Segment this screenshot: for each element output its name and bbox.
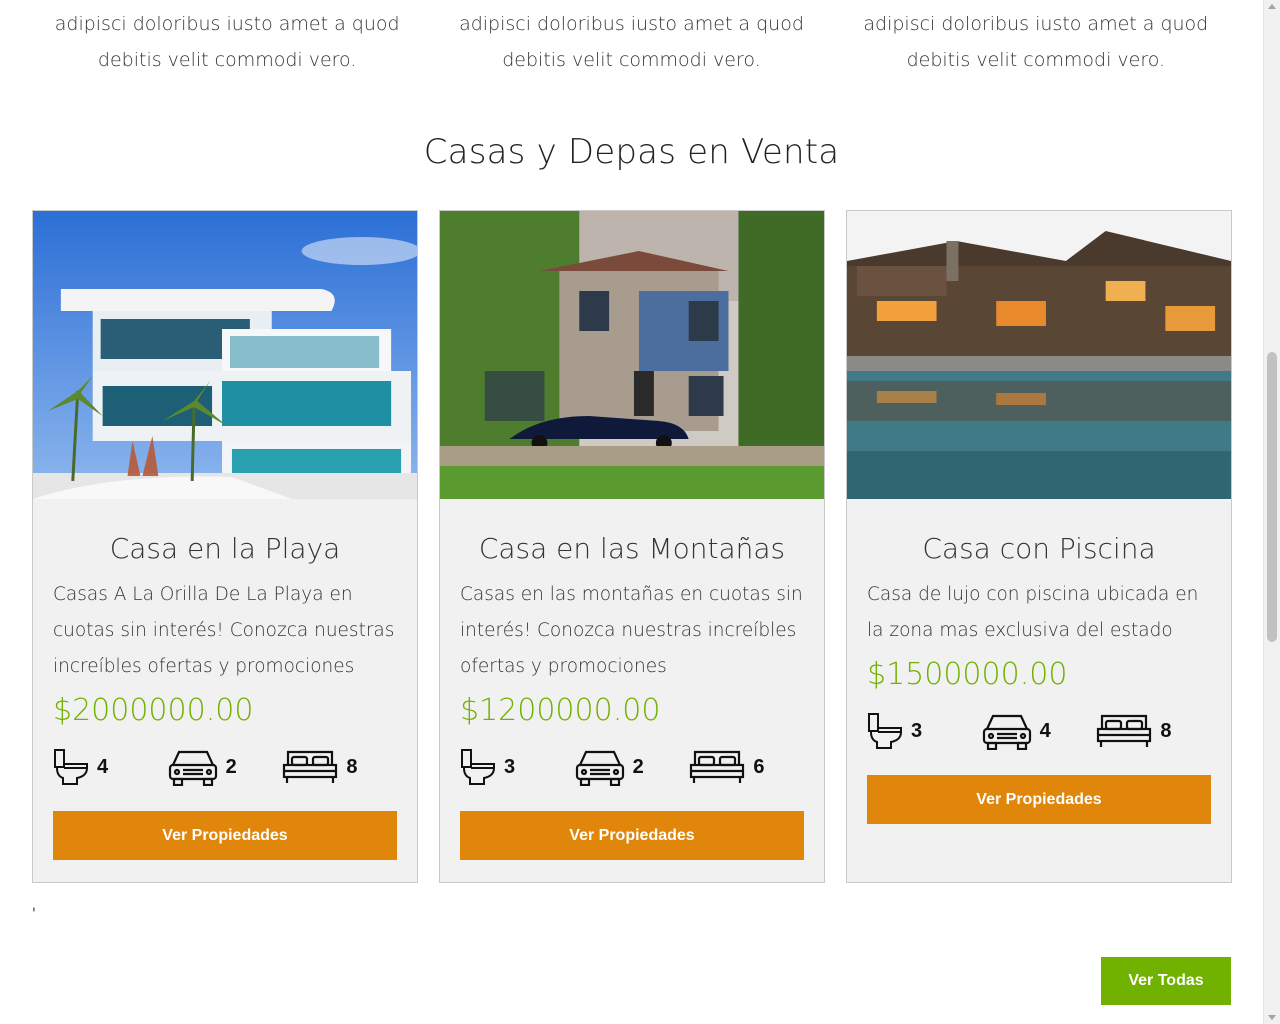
bed-icon xyxy=(690,750,745,783)
bathrooms: 4 xyxy=(53,748,168,786)
beach-house-photo xyxy=(33,211,417,499)
property-card: Casa en la Playa Casas A La Orilla De La… xyxy=(32,210,418,883)
bedrooms: 8 xyxy=(1096,712,1211,750)
card-description: Casas en las montañas en cuotas sin inte… xyxy=(460,584,803,677)
amenities: 3 4 8 xyxy=(867,711,1211,751)
card-title: Casa en las Montañas xyxy=(478,532,786,565)
card-price: $1200000.00 xyxy=(460,693,661,728)
view-all-button[interactable]: Ver Todas xyxy=(1101,957,1231,1005)
amenities: 4 2 8 xyxy=(53,747,397,787)
amenities: 3 2 6 xyxy=(460,747,804,787)
section-title: Casas y Depas en Venta xyxy=(423,132,840,172)
parking-count: 2 xyxy=(632,755,644,778)
page: adipisci doloribus iusto amet a quod deb… xyxy=(0,0,1263,1024)
intro-row: adipisci doloribus iusto amet a quod deb… xyxy=(32,6,1231,78)
parking-count: 4 xyxy=(1039,719,1051,742)
scroll-thumb[interactable] xyxy=(1267,352,1277,642)
parking: 2 xyxy=(575,748,690,786)
bed-icon xyxy=(283,750,338,783)
bedroom-count: 8 xyxy=(346,755,358,778)
vertical-scrollbar[interactable] xyxy=(1263,0,1280,1024)
bathrooms: 3 xyxy=(460,748,575,786)
bathrooms: 3 xyxy=(867,712,982,750)
bedrooms: 6 xyxy=(689,748,804,786)
view-properties-button[interactable]: Ver Propiedades xyxy=(867,775,1211,824)
toilet-icon xyxy=(461,749,495,785)
car-icon xyxy=(168,750,217,786)
view-properties-button[interactable]: Ver Propiedades xyxy=(460,811,804,860)
car-icon xyxy=(575,750,624,786)
scroll-down-icon[interactable] xyxy=(1268,1015,1276,1020)
card-title: Casa en la Playa xyxy=(109,532,341,565)
card-description: Casa de lujo con piscina ubicada en la z… xyxy=(867,584,1199,641)
intro-text: adipisci doloribus iusto amet a quod deb… xyxy=(863,13,1209,71)
parking: 4 xyxy=(982,712,1097,750)
bathroom-count: 3 xyxy=(504,755,516,778)
property-card: Casa con Piscina Casa de lujo con piscin… xyxy=(846,210,1232,883)
parking-count: 2 xyxy=(225,755,237,778)
intro-text: adipisci doloribus iusto amet a quod deb… xyxy=(54,13,400,71)
scroll-up-icon[interactable] xyxy=(1268,4,1276,9)
card-price: $1500000.00 xyxy=(867,657,1068,692)
view-properties-button[interactable]: Ver Propiedades xyxy=(53,811,397,860)
toilet-icon xyxy=(868,713,902,749)
bed-icon xyxy=(1097,714,1152,747)
card-title: Casa con Piscina xyxy=(922,532,1156,565)
bathroom-count: 4 xyxy=(97,755,109,778)
bedroom-count: 8 xyxy=(1160,719,1172,742)
bathroom-count: 3 xyxy=(911,719,923,742)
mountain-house-photo xyxy=(440,211,824,499)
property-cards: Casa en la Playa Casas A La Orilla De La… xyxy=(32,210,1232,883)
bedroom-count: 6 xyxy=(753,755,765,778)
property-card: Casa en las Montañas Casas en las montañ… xyxy=(439,210,825,883)
toilet-icon xyxy=(54,749,88,785)
intro-text: adipisci doloribus iusto amet a quod deb… xyxy=(459,13,804,71)
car-icon xyxy=(982,714,1031,750)
parking: 2 xyxy=(168,748,283,786)
stray-text: ' xyxy=(32,906,36,922)
pool-house-photo xyxy=(847,211,1231,499)
card-price: $2000000.00 xyxy=(53,693,254,728)
bedrooms: 8 xyxy=(282,748,397,786)
card-description: Casas A La Orilla De La Playa en cuotas … xyxy=(53,584,395,677)
